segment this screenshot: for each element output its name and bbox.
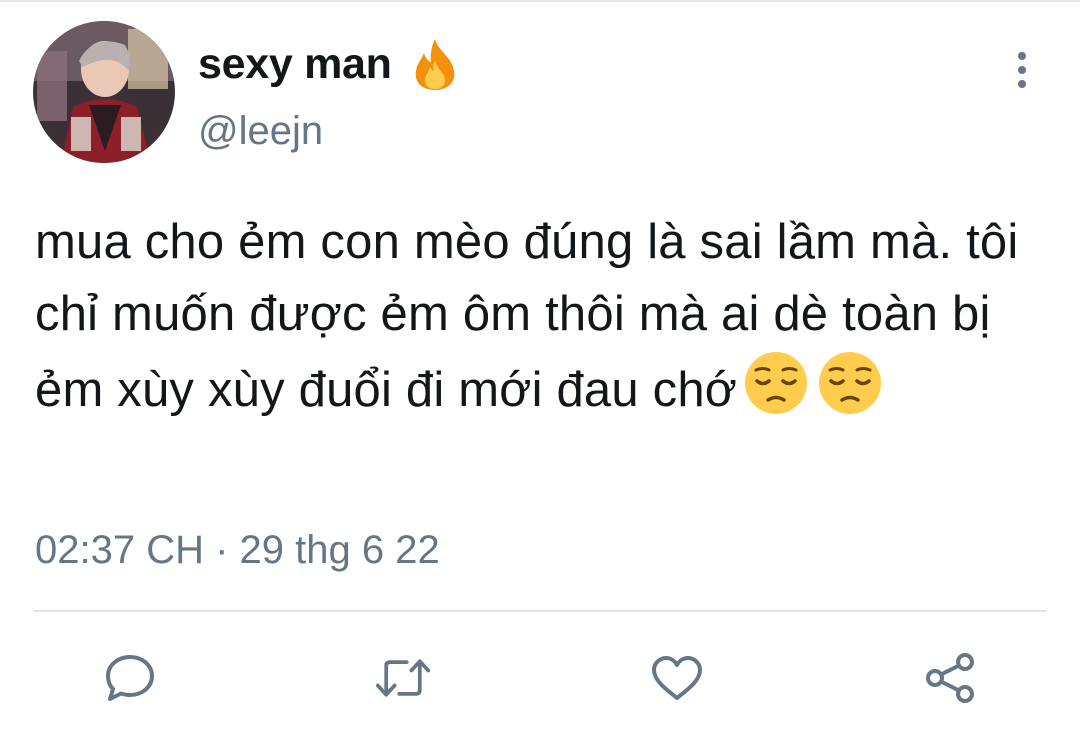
display-name[interactable]: sexy man <box>198 40 392 89</box>
actions-divider <box>33 610 1047 612</box>
author-name-row[interactable]: sexy man <box>198 36 458 92</box>
tweet-timestamp[interactable]: 02:37 CH · 29 thg 6 22 <box>35 528 440 573</box>
author-handle[interactable]: @leejn <box>198 109 323 154</box>
reply-icon <box>106 655 154 701</box>
tweet-body: mua cho ẻm con mèo đúng là sai lầm mà. t… <box>35 206 1025 436</box>
avatar-image <box>33 21 175 163</box>
fire-icon <box>412 37 458 91</box>
share-button[interactable] <box>922 650 978 706</box>
share-icon <box>926 653 974 703</box>
emoji-group <box>743 350 891 436</box>
retweet-icon <box>375 659 431 697</box>
like-button[interactable] <box>649 650 705 706</box>
retweet-button[interactable] <box>375 650 431 706</box>
more-vertical-icon <box>1018 52 1026 88</box>
pensive-face-icon <box>743 350 809 416</box>
pensive-face-icon <box>817 350 883 416</box>
more-options-button[interactable] <box>1000 44 1044 96</box>
reply-button[interactable] <box>102 650 158 706</box>
like-icon <box>652 656 702 700</box>
top-divider <box>0 0 1080 2</box>
avatar[interactable] <box>33 21 175 163</box>
